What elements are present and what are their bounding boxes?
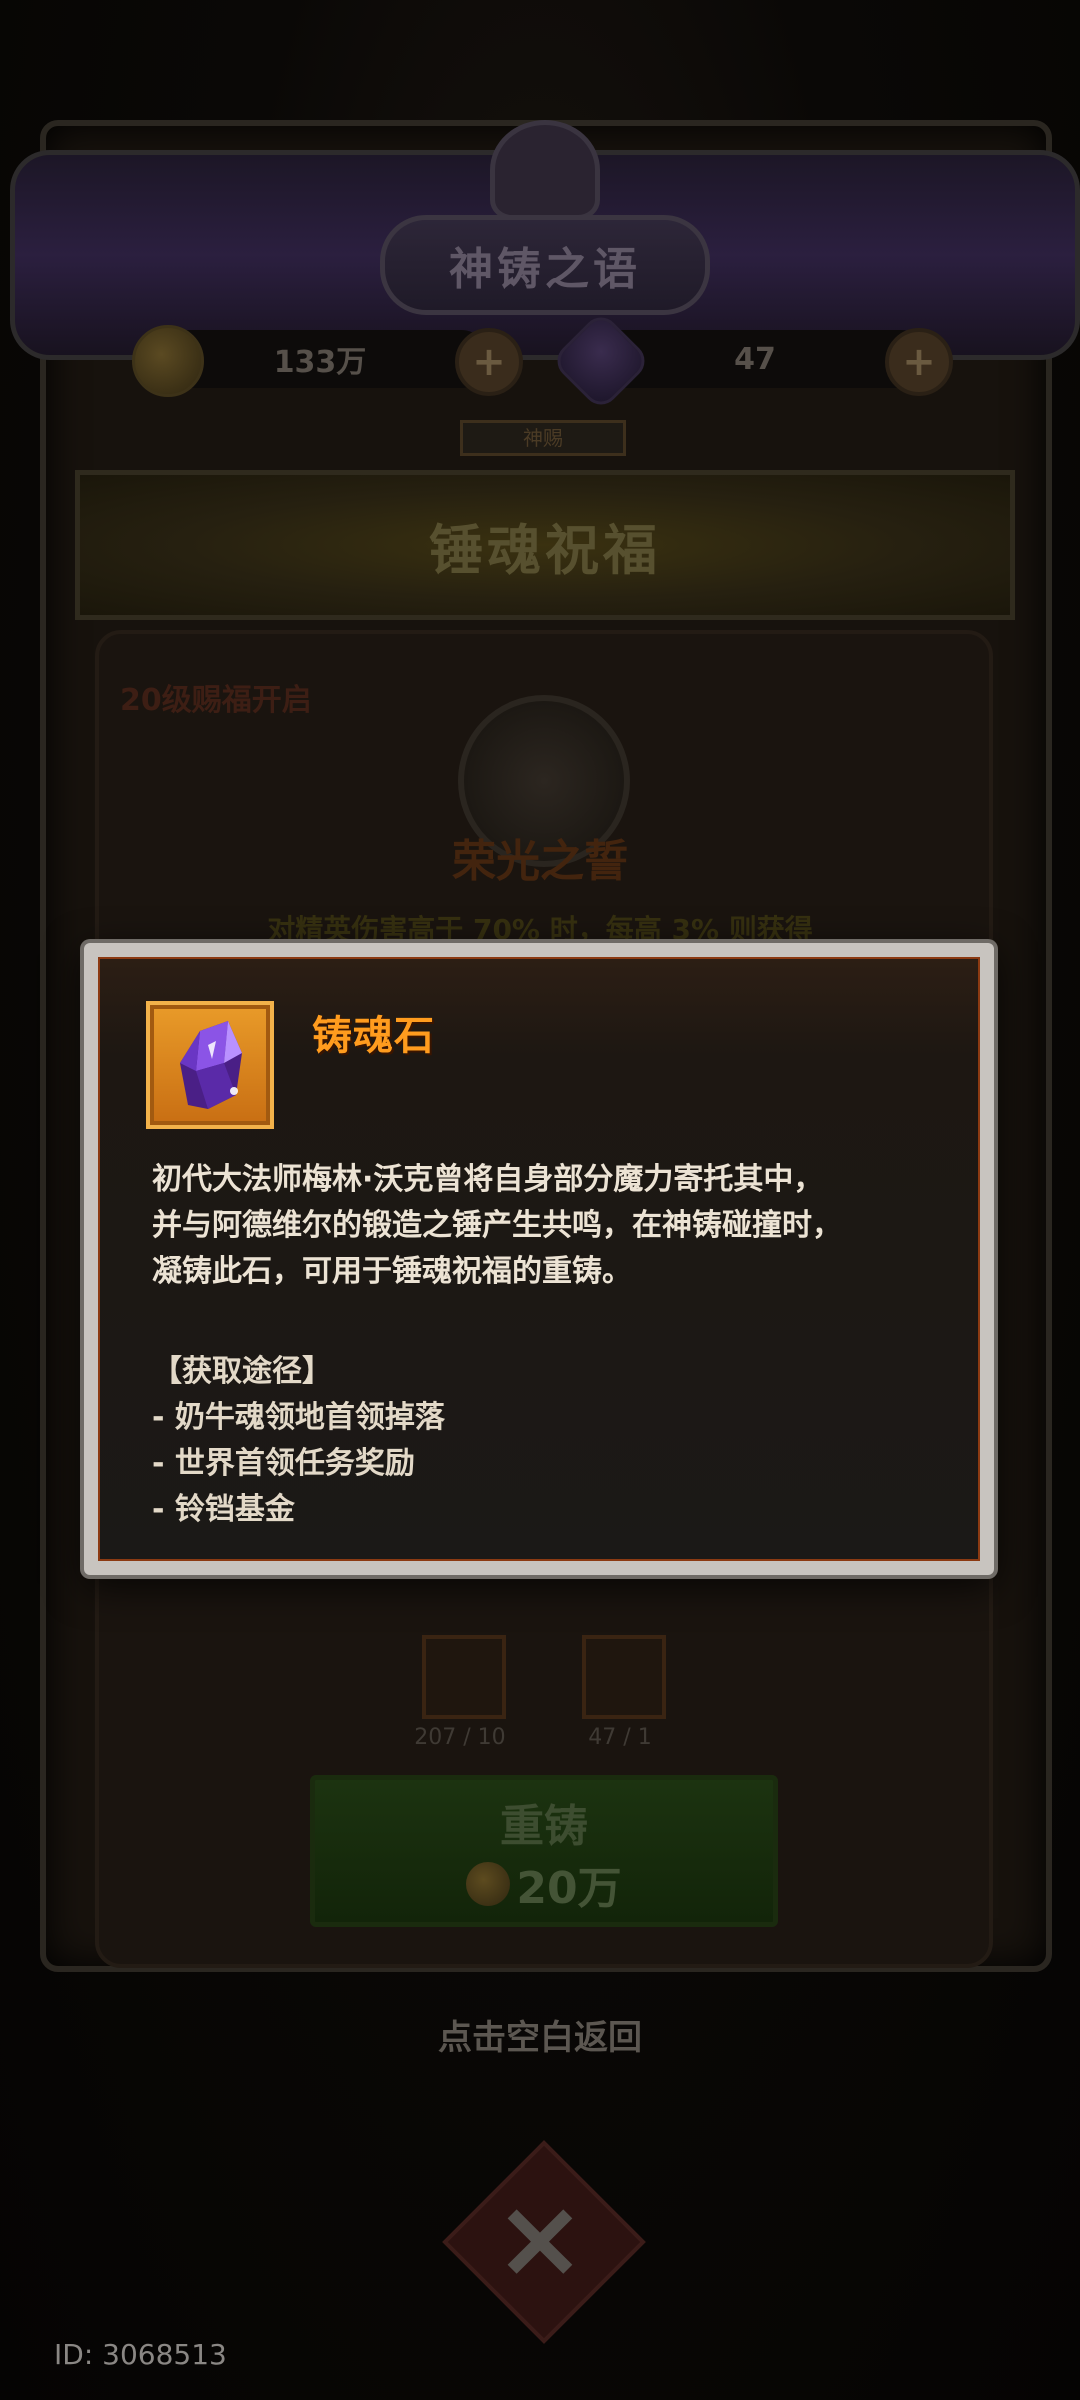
item-slot — [146, 1001, 274, 1129]
reforge-label: 重铸 — [500, 1801, 588, 1852]
coin-icon — [132, 325, 204, 397]
material-count: 47 / 1 — [588, 1725, 652, 1750]
reforge-cost-amount: 20万 — [516, 1863, 622, 1914]
coin-icon — [466, 1862, 511, 1906]
horn-icon[interactable] — [422, 1635, 506, 1719]
acquire-source-item: - 世界首领任务奖励 — [152, 1446, 415, 1481]
section-title: 锤魂祝福 — [429, 518, 661, 582]
description-line: 并与阿德维尔的锻造之锤产生共鸣，在神铸碰撞时， — [152, 1208, 842, 1243]
description-line: 凝铸此石，可用于锤魂祝福的重铸。 — [152, 1254, 632, 1289]
title-plate: 神铸之语 — [380, 215, 710, 315]
section-banner: 锤魂祝福 — [75, 470, 1015, 620]
item-description: 初代大法师梅林·沃克曾将自身部分魔力寄托其中， 并与阿德维尔的锻造之锤产生共鸣，… — [152, 1157, 942, 1295]
close-icon[interactable]: × — [472, 2170, 608, 2306]
acquire-heading: 【获取途径】 — [152, 1354, 332, 1389]
page-title: 神铸之语 — [449, 244, 641, 295]
coin-amount: 133万 — [273, 345, 367, 380]
purple-crystal-icon — [180, 1021, 242, 1109]
add-coins-button[interactable]: + — [455, 328, 523, 396]
reforge-cost: 20万 — [315, 1852, 773, 1916]
acquire-source-list: - 奶牛魂领地首领掉落 - 世界首领任务奖励 - 铃铛基金 — [152, 1395, 445, 1533]
soul-stone-amount: 47 — [734, 341, 776, 377]
tooltip-body: 铸魂石 初代大法师梅林·沃克曾将自身部分魔力寄托其中， 并与阿德维尔的锻造之锤产… — [98, 957, 980, 1561]
item-name: 铸魂石 — [312, 1013, 435, 1059]
soul-stone-icon[interactable] — [582, 1635, 666, 1719]
plus-icon: + — [472, 339, 506, 385]
plus-icon: + — [902, 339, 936, 385]
reforge-button[interactable]: 重铸 20万 — [310, 1775, 778, 1927]
add-soul-stones-button[interactable]: + — [885, 328, 953, 396]
description-line: 初代大法师梅林·沃克曾将自身部分魔力寄托其中， — [152, 1162, 824, 1197]
blessing-description: 对精英伤害高于 70% 时，每高 3% 则获得 — [267, 913, 813, 946]
blessing-name: 荣光之誓 — [452, 836, 628, 887]
tab-divine-gift[interactable]: 神赐 — [460, 420, 626, 456]
hands-crest-icon — [490, 120, 600, 220]
player-id: ID: 3068513 — [54, 2338, 227, 2371]
acquire-source-item: - 铃铛基金 — [152, 1492, 295, 1527]
material-count: 207 / 10 — [414, 1725, 506, 1750]
unlock-note: 20级赐福开启 — [120, 683, 312, 718]
game-screen[interactable]: 神铸之语 133万 + 47 + 神赐 锤魂祝福 20级赐福开启 荣光之誓 对精… — [0, 0, 1080, 2400]
item-tooltip: 铸魂石 初代大法师梅林·沃克曾将自身部分魔力寄托其中， 并与阿德维尔的锻造之锤产… — [84, 943, 994, 1575]
tap-to-return-hint[interactable]: 点击空白返回 — [0, 2010, 1080, 2059]
acquire-source-item: - 奶牛魂领地首领掉落 — [152, 1400, 445, 1435]
